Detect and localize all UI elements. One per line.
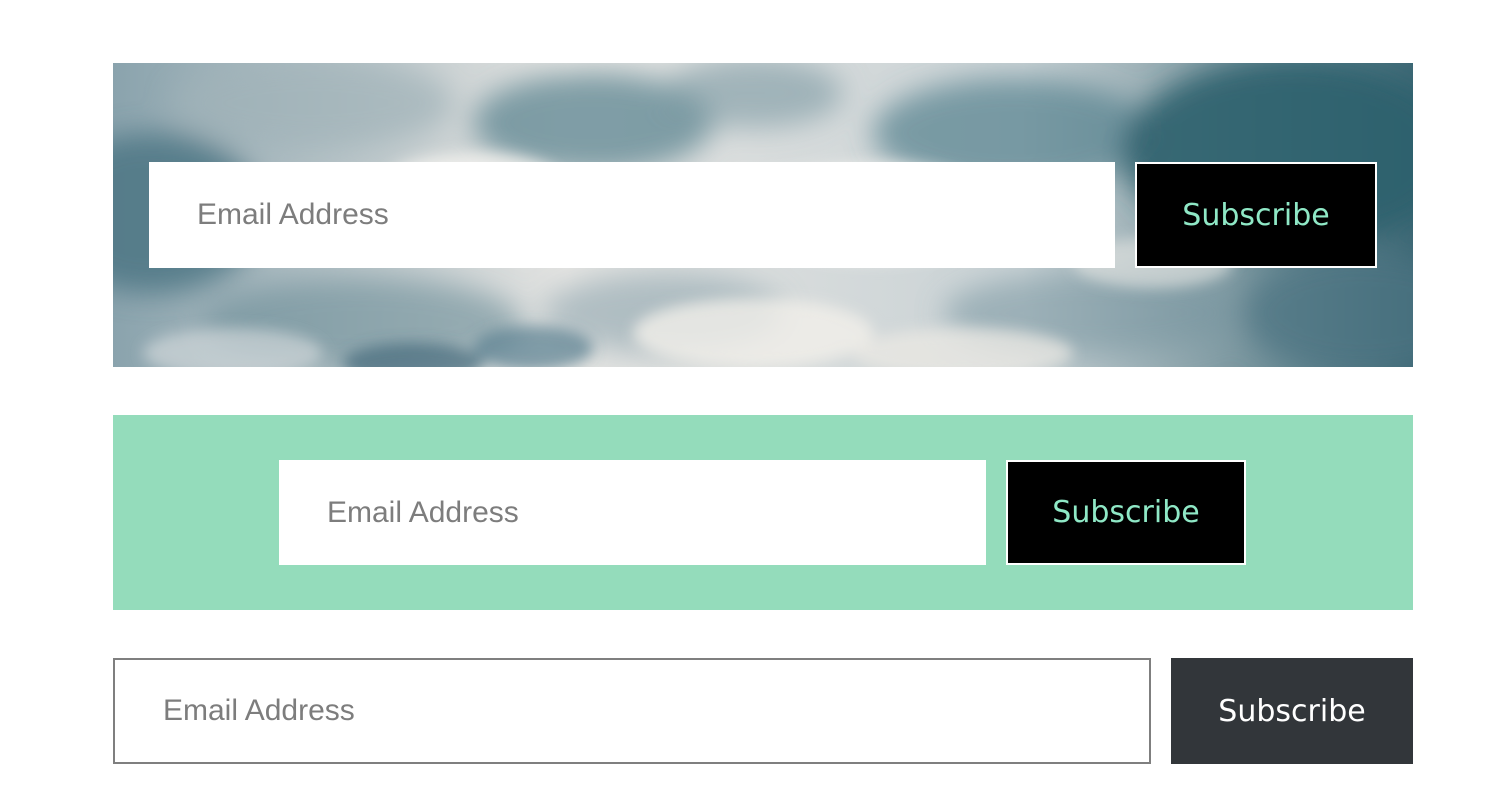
newsletter-form-cloud: Subscribe xyxy=(113,63,1413,367)
subscribe-button[interactable]: Subscribe xyxy=(1006,460,1246,565)
newsletter-form-plain: Subscribe xyxy=(113,658,1413,764)
email-address-input[interactable] xyxy=(279,460,986,565)
email-address-input[interactable] xyxy=(113,658,1151,764)
newsletter-signup-examples: Subscribe Subscribe Subscribe xyxy=(0,0,1488,808)
subscribe-button[interactable]: Subscribe xyxy=(1135,162,1377,268)
email-address-input[interactable] xyxy=(149,162,1115,268)
newsletter-form-green: Subscribe xyxy=(113,415,1413,610)
subscribe-button[interactable]: Subscribe xyxy=(1171,658,1413,764)
